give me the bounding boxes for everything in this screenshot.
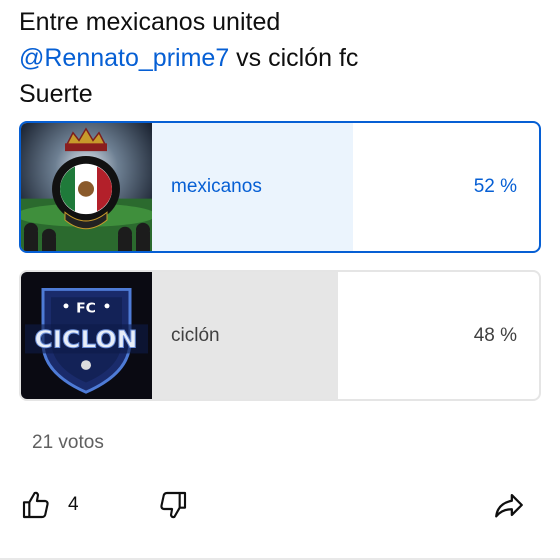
poll-option-mexicanos[interactable]: mexicanos 52 % bbox=[19, 121, 541, 253]
poll-option-percent: 48 % bbox=[473, 324, 517, 346]
share-icon bbox=[495, 493, 523, 518]
post-line-1: Entre mexicanos united bbox=[19, 8, 281, 36]
post-line-2-rest: vs ciclón fc bbox=[229, 44, 359, 72]
mexicanos-united-logo-image bbox=[21, 123, 152, 251]
mention-link[interactable]: @Rennato_prime7 bbox=[19, 44, 229, 72]
poll-option-ciclon[interactable]: FC CICLON ciclón 48 % bbox=[19, 270, 541, 401]
dislike-button[interactable] bbox=[157, 485, 189, 525]
post-line-3: Suerte bbox=[19, 80, 93, 108]
share-button[interactable] bbox=[492, 485, 526, 525]
like-button[interactable] bbox=[20, 485, 52, 525]
poll-option-label: mexicanos bbox=[171, 176, 262, 197]
thumb-up-icon bbox=[22, 491, 49, 519]
thumb-down-icon bbox=[160, 491, 187, 519]
action-bar: 4 bbox=[0, 485, 560, 525]
post-text: Entre mexicanos united @Rennato_prime7 v… bbox=[19, 4, 358, 112]
fc-logo-text: FC bbox=[76, 301, 96, 317]
poll-option-label: ciclón bbox=[171, 324, 220, 346]
poll-option-percent: 52 % bbox=[473, 176, 517, 197]
vote-count: 21 votos bbox=[32, 432, 104, 453]
like-count: 4 bbox=[68, 494, 79, 515]
fc-ciclon-logo-image: FC CICLON bbox=[21, 272, 152, 399]
post-line-2: @Rennato_prime7 vs ciclón fc bbox=[19, 40, 358, 76]
ciclon-logo-text: CICLON bbox=[34, 325, 137, 354]
